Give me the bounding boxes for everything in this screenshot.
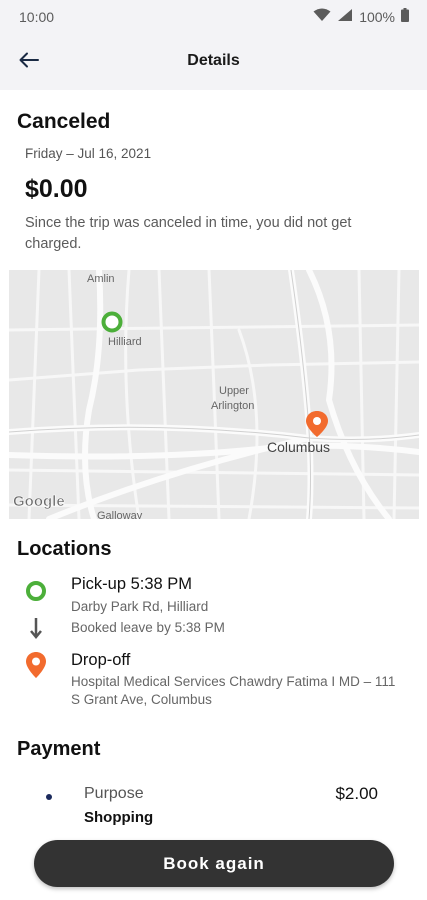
status-time: 10:00: [19, 9, 55, 25]
locations-title: Locations: [17, 538, 112, 560]
pickup-booked-note: Booked leave by 5:38 PM: [71, 620, 225, 635]
route-map[interactable]: Amlin Hilliard Upper Arlington Columbus …: [9, 270, 419, 519]
pickup-address: Darby Park Rd, Hilliard: [71, 599, 209, 614]
map-label-arlington: Arlington: [211, 400, 254, 412]
cell-signal-icon: [337, 8, 353, 25]
payment-purpose-value: Shopping: [84, 809, 154, 826]
payment-bullet: [46, 794, 52, 800]
trip-amount: $0.00: [25, 175, 88, 203]
trip-date: Friday – Jul 16, 2021: [25, 146, 152, 161]
pickup-marker: [101, 311, 123, 333]
arrow-down-icon: [28, 616, 44, 645]
status-icons: 100%: [313, 8, 409, 25]
dropoff-pin-icon: [25, 651, 47, 684]
map-label-hilliard: Hilliard: [108, 336, 142, 348]
app-bar: Details: [0, 34, 427, 90]
pickup-icon: [25, 580, 47, 607]
battery-percent: 100%: [359, 8, 395, 25]
battery-icon: [401, 8, 409, 25]
map-label-galloway: Galloway: [97, 510, 143, 519]
google-logo: Google: [13, 493, 65, 510]
payment-amount: $2.00: [335, 784, 378, 803]
map-label-columbus: Columbus: [267, 439, 330, 455]
wifi-icon: [313, 8, 331, 25]
payment-title: Payment: [17, 738, 101, 760]
dropoff-address: Hospital Medical Services Chawdry Fatima…: [71, 674, 396, 707]
status-bar: 10:00 100%: [0, 0, 427, 34]
map-label-amlin: Amlin: [87, 273, 115, 285]
book-again-button[interactable]: Book again: [34, 840, 394, 887]
page-title: Details: [187, 52, 240, 69]
trip-status: Canceled: [17, 110, 111, 133]
map-label-upper: Upper: [219, 385, 249, 397]
payment-purpose-label: Purpose: [84, 785, 144, 802]
charge-note: Since the trip was canceled in time, you…: [25, 215, 352, 252]
pickup-label: Pick-up 5:38 PM: [71, 575, 193, 593]
dropoff-label: Drop-off: [71, 651, 131, 669]
